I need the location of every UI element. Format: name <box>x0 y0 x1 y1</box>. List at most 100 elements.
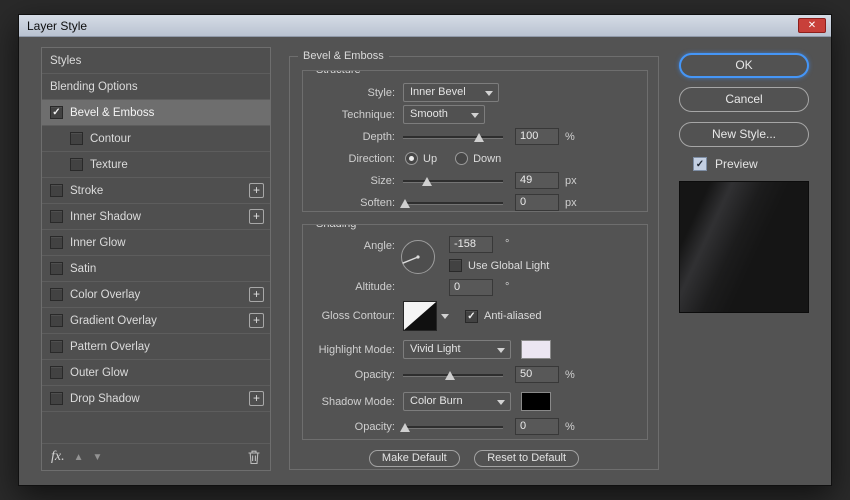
size-input[interactable]: 49 <box>515 172 559 189</box>
gloss-contour-dropdown[interactable] <box>437 302 451 330</box>
effect-checkbox[interactable] <box>50 314 63 327</box>
preview-label: Preview <box>715 157 758 171</box>
duplicate-effect-button[interactable]: + <box>249 287 264 302</box>
duplicate-effect-button[interactable]: + <box>249 391 264 406</box>
sidebar-item-label: Drop Shadow <box>70 392 140 405</box>
radio-dot <box>409 156 414 161</box>
highlight-mode-select[interactable]: Vivid Light <box>403 340 511 359</box>
direction-up-radio[interactable] <box>405 152 418 165</box>
sidebar-footer: fx. ▲ ▼ <box>42 443 270 470</box>
chevron-down-icon <box>441 314 449 319</box>
shading-group: Shading Angle: -158 ° Use Global Light A… <box>302 224 648 440</box>
cancel-button[interactable]: Cancel <box>679 87 809 112</box>
sidebar-item-contour[interactable]: Contour <box>42 126 270 152</box>
slider-track <box>403 425 503 429</box>
sidebar-item-label: Inner Shadow <box>70 210 141 223</box>
anti-aliased-checkbox[interactable]: ✓ <box>465 309 478 323</box>
slider-thumb[interactable] <box>445 370 455 380</box>
trash-icon[interactable] <box>247 449 261 465</box>
altitude-input[interactable]: 0 <box>449 279 493 296</box>
highlight-opacity-slider[interactable] <box>403 367 503 383</box>
sidebar-item-inner-glow[interactable]: Inner Glow <box>42 230 270 256</box>
shadow-opacity-slider[interactable] <box>400 419 503 435</box>
slider-track <box>403 201 503 205</box>
technique-select[interactable]: Smooth <box>403 105 485 124</box>
move-up-icon[interactable]: ▲ <box>74 452 84 463</box>
sidebar-item-label: Styles <box>50 54 82 67</box>
depth-input[interactable]: 100 <box>515 128 559 145</box>
effect-checkbox[interactable] <box>50 288 63 301</box>
sidebar-item-styles[interactable]: Styles <box>42 48 270 74</box>
sidebar-item-inner-shadow[interactable]: Inner Shadow + <box>42 204 270 230</box>
effect-checkbox[interactable] <box>50 184 63 197</box>
sidebar-item-label: Pattern Overlay <box>70 340 150 353</box>
depth-slider[interactable] <box>403 129 503 145</box>
chevron-down-icon <box>497 348 505 353</box>
sidebar-item-gradient-overlay[interactable]: Gradient Overlay + <box>42 308 270 334</box>
effect-checkbox[interactable] <box>50 262 63 275</box>
row-gloss-contour: Gloss Contour: ✓ Anti-aliased <box>309 301 641 331</box>
effect-checkbox[interactable] <box>50 366 63 379</box>
sidebar-item-color-overlay[interactable]: Color Overlay + <box>42 282 270 308</box>
sidebar-item-bevel-emboss[interactable]: ✓ Bevel & Emboss <box>42 100 270 126</box>
shadow-color-swatch[interactable] <box>521 392 551 411</box>
effects-sidebar: Styles Blending Options ✓ Bevel & Emboss… <box>41 47 271 471</box>
duplicate-effect-button[interactable]: + <box>249 183 264 198</box>
shadow-mode-select[interactable]: Color Burn <box>403 392 511 411</box>
check-icon: ✓ <box>467 310 476 322</box>
angle-input[interactable]: -158 <box>449 236 493 253</box>
ok-button[interactable]: OK <box>679 53 809 78</box>
slider-thumb[interactable] <box>400 422 410 432</box>
workspace-background: Layer Style ✕ Styles Blending Options ✓ … <box>0 0 850 500</box>
row-shadow-opacity: Opacity: 0 % <box>309 417 641 436</box>
sidebar-item-label: Bevel & Emboss <box>70 106 155 119</box>
row-highlight-opacity: Opacity: 50 % <box>309 365 641 384</box>
slider-thumb[interactable] <box>474 132 484 142</box>
size-slider[interactable] <box>403 173 503 189</box>
effect-checkbox[interactable] <box>70 158 83 171</box>
sidebar-item-satin[interactable]: Satin <box>42 256 270 282</box>
fx-icon[interactable]: fx. <box>51 449 65 465</box>
effect-checkbox[interactable]: ✓ <box>50 106 63 119</box>
sidebar-item-pattern-overlay[interactable]: Pattern Overlay <box>42 334 270 360</box>
effect-checkbox[interactable] <box>70 132 83 145</box>
move-down-icon[interactable]: ▼ <box>93 452 103 463</box>
shadow-opacity-input[interactable]: 0 <box>515 418 559 435</box>
row-highlight-mode: Highlight Mode: Vivid Light <box>309 339 641 360</box>
soften-slider[interactable] <box>400 195 503 211</box>
style-select[interactable]: Inner Bevel <box>403 83 499 102</box>
sidebar-item-drop-shadow[interactable]: Drop Shadow + <box>42 386 270 412</box>
use-global-light-checkbox[interactable] <box>449 259 462 272</box>
sidebar-item-outer-glow[interactable]: Outer Glow <box>42 360 270 386</box>
sidebar-item-texture[interactable]: Texture <box>42 152 270 178</box>
direction-down-radio[interactable] <box>455 152 469 165</box>
effect-checkbox[interactable] <box>50 392 63 405</box>
duplicate-effect-button[interactable]: + <box>249 209 264 224</box>
sidebar-item-label: Contour <box>90 132 131 145</box>
gloss-contour-picker[interactable] <box>403 301 437 331</box>
slider-thumb[interactable] <box>400 198 410 208</box>
sidebar-item-stroke[interactable]: Stroke + <box>42 178 270 204</box>
duplicate-effect-button[interactable]: + <box>249 313 264 328</box>
slider-thumb[interactable] <box>422 176 432 186</box>
highlight-opacity-input[interactable]: 50 <box>515 366 559 383</box>
effect-checkbox[interactable] <box>50 236 63 249</box>
make-default-button[interactable]: Make Default <box>368 450 460 467</box>
soften-input[interactable]: 0 <box>515 194 559 211</box>
sidebar-item-label: Inner Glow <box>70 236 126 249</box>
effect-checkbox[interactable] <box>50 340 63 353</box>
angle-dial[interactable] <box>399 238 437 276</box>
highlight-color-swatch[interactable] <box>521 340 551 359</box>
titlebar[interactable]: Layer Style ✕ <box>19 15 831 37</box>
close-button[interactable]: ✕ <box>798 18 826 33</box>
new-style-button[interactable]: New Style... <box>679 122 809 147</box>
sidebar-item-blending-options[interactable]: Blending Options <box>42 74 270 100</box>
reset-default-button[interactable]: Reset to Default <box>474 450 580 467</box>
effect-checkbox[interactable] <box>50 210 63 223</box>
row-shadow-mode: Shadow Mode: Color Burn <box>309 391 641 412</box>
highlight-mode-value: Vivid Light <box>410 343 461 355</box>
layer-style-dialog: Layer Style ✕ Styles Blending Options ✓ … <box>18 14 832 486</box>
sidebar-item-label: Gradient Overlay <box>70 314 157 327</box>
preview-checkbox[interactable]: ✓ <box>693 157 707 171</box>
preview-thumbnail <box>679 181 809 313</box>
